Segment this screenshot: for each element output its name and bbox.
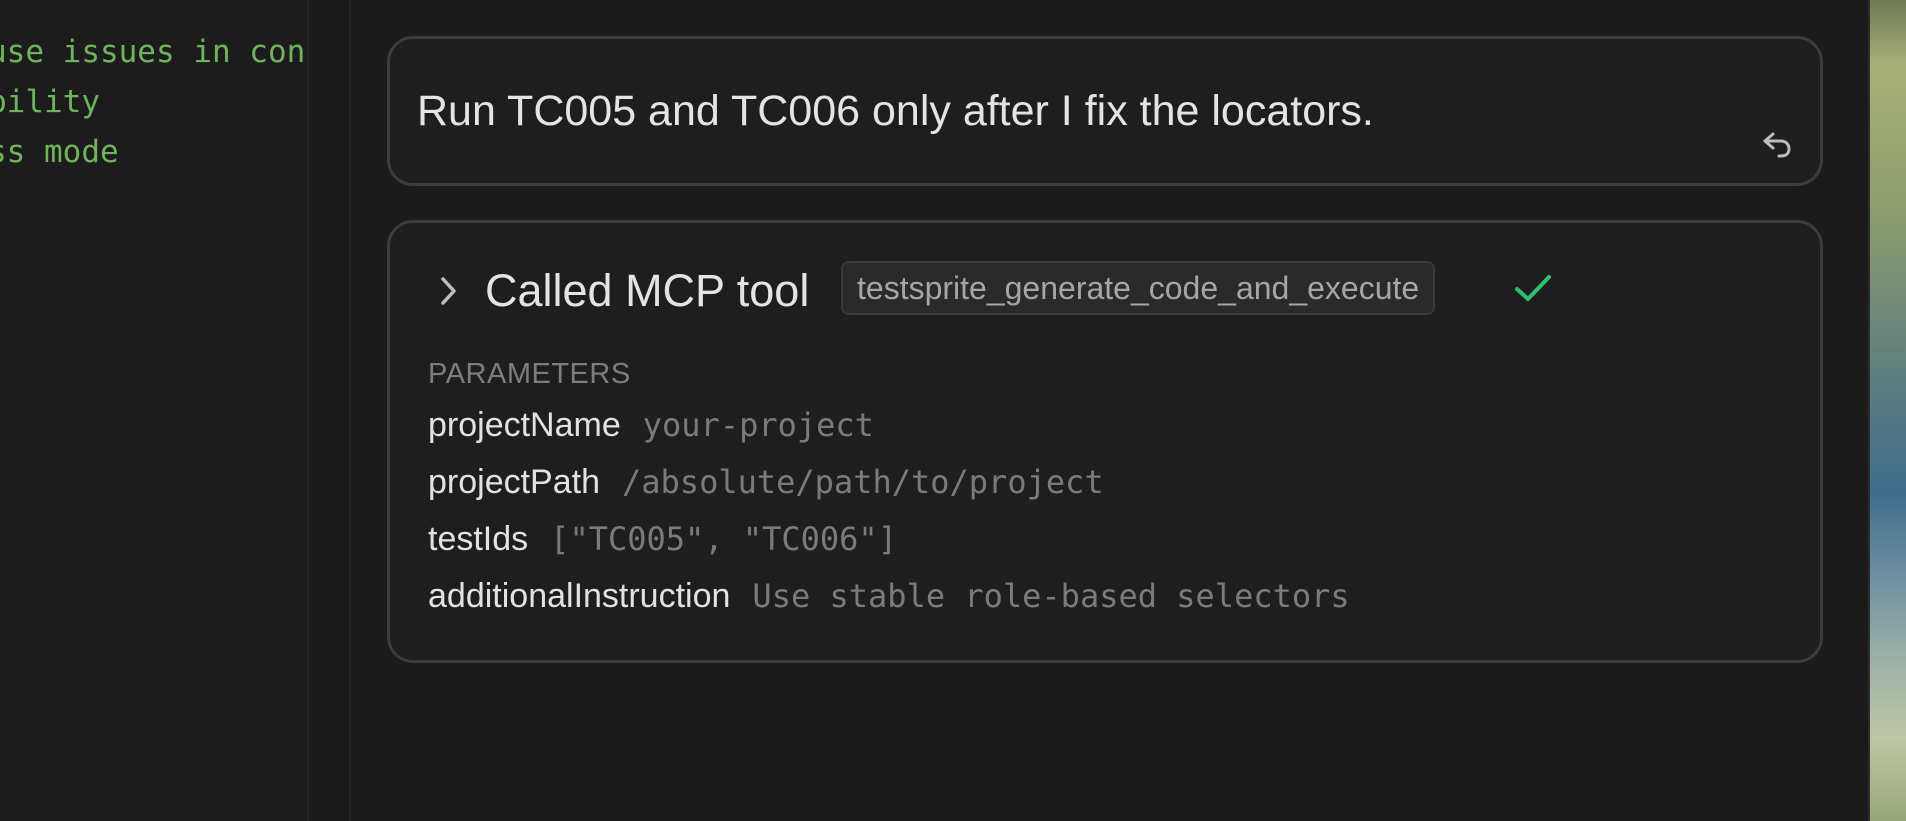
tool-call-title[interactable]: Called MCP tool <box>485 265 809 317</box>
tool-name-badge: testsprite_generate_code_and_execute <box>841 261 1436 315</box>
param-value: Use stable role-based selectors <box>752 577 1350 615</box>
editor-line: use issues in cont <box>0 34 307 70</box>
param-value: /absolute/path/to/project <box>622 463 1104 501</box>
parameters-heading: PARAMETERS <box>428 358 631 390</box>
user-message-text: Run TC005 and TC006 only after I fix the… <box>417 87 1374 135</box>
param-key: testIds <box>428 520 529 558</box>
editor-line: bility <box>0 84 100 120</box>
editor-line: ss mode <box>0 134 119 170</box>
user-message-bubble[interactable]: Run TC005 and TC006 only after I fix the… <box>387 36 1823 186</box>
param-key: additionalInstruction <box>428 577 731 615</box>
param-row: projectPath /absolute/path/to/project <box>428 463 1104 502</box>
editor-divider <box>307 0 309 821</box>
checkmark-icon <box>1515 275 1551 301</box>
param-row: projectName your-project <box>428 406 874 445</box>
mcp-tool-call-card: Called MCP tool testsprite_generate_code… <box>387 220 1823 663</box>
param-value: your-project <box>642 406 874 444</box>
desktop-wallpaper <box>1870 0 1906 821</box>
chat-panel: Run TC005 and TC006 only after I fix the… <box>351 0 1870 821</box>
param-row: additionalInstruction Use stable role-ba… <box>428 577 1350 616</box>
revert-arrow-icon[interactable] <box>1759 126 1795 162</box>
param-row: testIds ["TC005", "TC006"] <box>428 520 897 559</box>
param-key: projectName <box>428 406 621 444</box>
code-editor-pane: use issues in cont bility ss mode <box>0 0 307 821</box>
param-value: ["TC005", "TC006"] <box>550 520 897 558</box>
chevron-right-icon[interactable] <box>438 273 460 309</box>
param-key: projectPath <box>428 463 600 501</box>
